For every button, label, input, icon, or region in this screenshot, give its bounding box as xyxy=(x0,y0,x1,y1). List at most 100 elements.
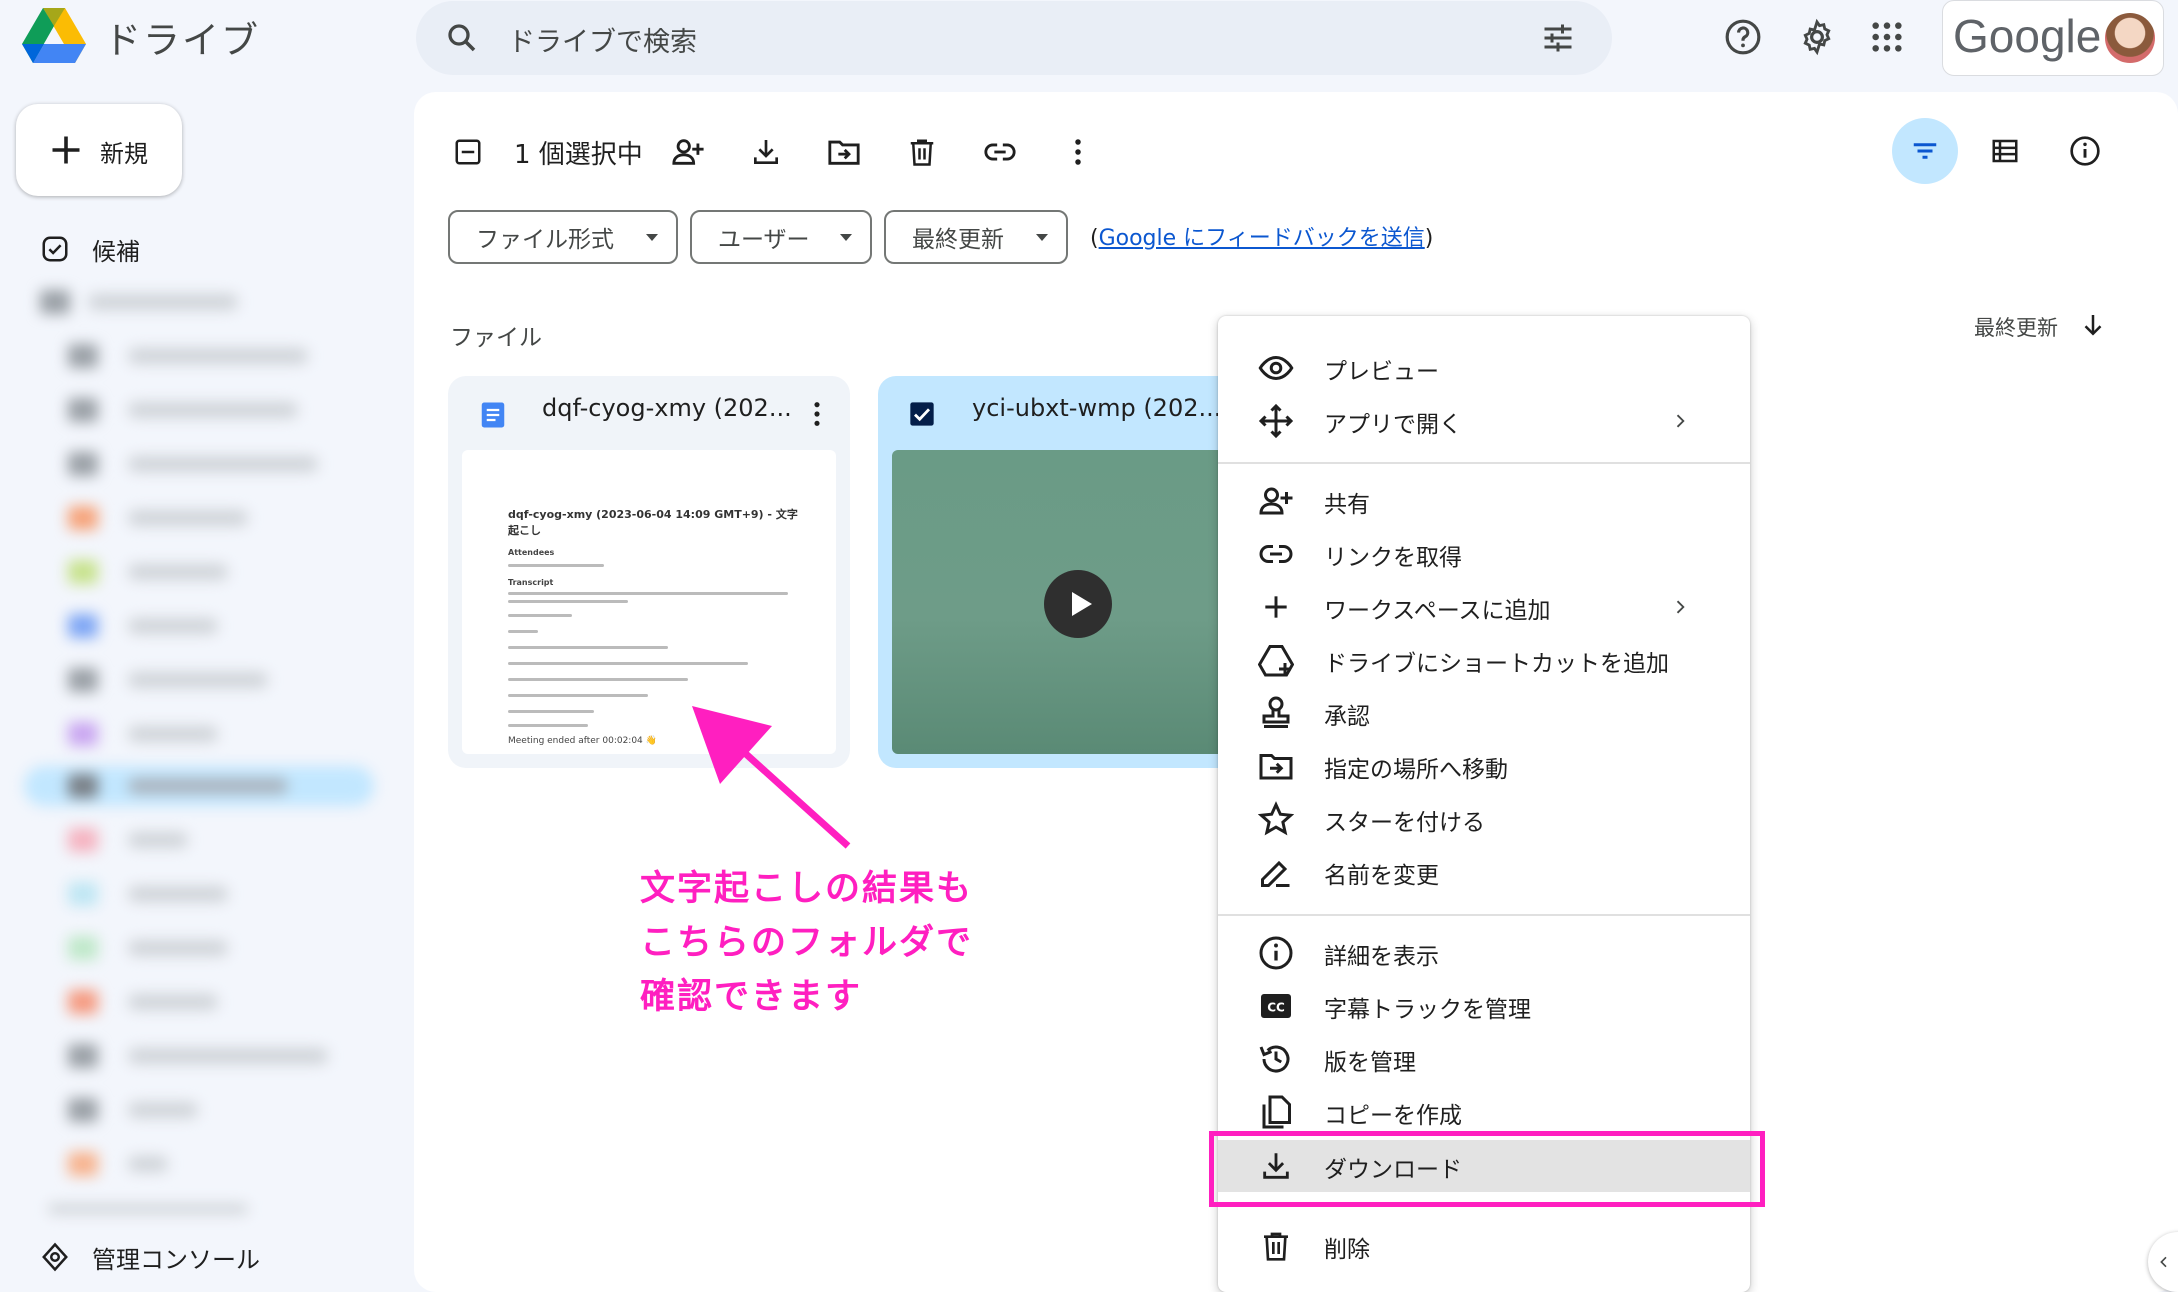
google-docs-icon xyxy=(478,400,508,430)
menu-item-label: ワークスペースに追加 xyxy=(1324,598,1551,624)
menu-item-details[interactable]: 詳細を表示 xyxy=(1218,927,1750,979)
annotation-arrow xyxy=(692,706,851,849)
filter-icon[interactable] xyxy=(1892,118,1958,184)
share-icon[interactable] xyxy=(666,130,710,174)
filter-chip-user[interactable]: ユーザー xyxy=(690,210,872,264)
info-icon xyxy=(1258,935,1294,971)
settings-gear-icon[interactable] xyxy=(1794,14,1840,60)
search-input[interactable]: ドライブで検索 xyxy=(508,20,697,59)
menu-item-star[interactable]: スターを付ける xyxy=(1218,793,1750,845)
eye-icon xyxy=(1258,350,1294,386)
sort-label[interactable]: 最終更新 xyxy=(1974,312,2058,342)
section-title-files: ファイル xyxy=(450,325,542,351)
menu-item-label: アプリで開く xyxy=(1324,412,1462,438)
account-switcher[interactable]: Google xyxy=(1942,0,2164,76)
admin-shield-icon xyxy=(40,1242,70,1272)
apps-grid-icon[interactable] xyxy=(1864,14,1910,60)
menu-item-label: 指定の場所へ移動 xyxy=(1324,757,1508,783)
copy-icon xyxy=(1258,1094,1294,1130)
search-bar[interactable]: ドライブで検索 xyxy=(416,1,1612,75)
chip-label: ユーザー xyxy=(718,227,810,253)
checkbox-checked-icon[interactable] xyxy=(908,400,936,428)
video-thumbnail xyxy=(892,450,1232,754)
star-icon xyxy=(1258,801,1294,837)
search-icon[interactable] xyxy=(444,20,480,56)
link-icon xyxy=(1258,536,1294,572)
history-icon xyxy=(1258,1041,1294,1077)
doc-preview-title: dqf-cyog-xmy (2023-06-04 14:09 GMT+9) - … xyxy=(508,508,798,537)
more-vert-icon[interactable] xyxy=(812,400,822,428)
feedback-link[interactable]: Google にフィードバックを送信 xyxy=(1099,226,1425,251)
move-folder-icon[interactable] xyxy=(822,130,866,174)
sidebar-item-admin-console[interactable]: 管理コンソール xyxy=(40,1234,260,1280)
link-icon[interactable] xyxy=(978,130,1022,174)
menu-item-delete[interactable]: 削除 xyxy=(1218,1220,1750,1272)
paren-close: ) xyxy=(1424,226,1434,251)
list-view-icon[interactable] xyxy=(1972,118,2038,184)
chip-label: ファイル形式 xyxy=(476,227,614,253)
menu-item-approve[interactable]: 承認 xyxy=(1218,687,1750,739)
doc-preview-attendees: Attendees xyxy=(508,548,555,557)
file-name: dqf-cyog-xmy (202... xyxy=(542,394,792,422)
annotation-line: こちらのフォルダで xyxy=(640,923,974,963)
menu-item-label: コピーを作成 xyxy=(1324,1103,1462,1129)
caret-down-icon xyxy=(840,234,852,241)
new-button-label: 新規 xyxy=(100,140,148,168)
trash-icon xyxy=(1258,1228,1294,1264)
menu-item-share[interactable]: 共有 xyxy=(1218,475,1750,527)
doc-preview-transcript: Transcript xyxy=(508,578,554,587)
chevron-left-icon xyxy=(2160,1256,2167,1268)
menu-item-label: 詳細を表示 xyxy=(1324,944,1439,970)
arrow-down-icon[interactable] xyxy=(2078,310,2108,340)
filter-chip-file-type[interactable]: ファイル形式 xyxy=(448,210,678,264)
menu-item-add-shortcut[interactable]: ドライブにショートカットを追加 xyxy=(1218,634,1750,686)
doc-preview-ending: Meeting ended after 00:02:04 👋 xyxy=(508,736,657,746)
sidebar-item-suggested[interactable]: 候補 xyxy=(40,226,140,272)
stamp-icon xyxy=(1258,695,1294,731)
help-icon[interactable] xyxy=(1720,14,1766,60)
menu-item-captions[interactable]: CC 字幕トラックを管理 xyxy=(1218,980,1750,1032)
google-brand: Google xyxy=(1953,10,2102,62)
menu-item-label: リンクを取得 xyxy=(1324,545,1462,571)
menu-item-label: 名前を変更 xyxy=(1324,863,1439,889)
trash-icon[interactable] xyxy=(900,130,944,174)
menu-item-open-with[interactable]: アプリで開く xyxy=(1218,395,1750,447)
deselect-icon[interactable] xyxy=(446,130,490,174)
search-options-icon[interactable] xyxy=(1540,20,1576,56)
avatar[interactable] xyxy=(2105,13,2155,63)
caret-down-icon xyxy=(1036,234,1048,241)
plus-icon xyxy=(48,132,84,168)
app-name: ドライブ xyxy=(104,19,260,62)
paren-open: ( xyxy=(1090,226,1099,251)
info-icon[interactable] xyxy=(2052,118,2118,184)
filter-chip-modified[interactable]: 最終更新 xyxy=(884,210,1068,264)
menu-item-label: スターを付ける xyxy=(1324,810,1485,836)
menu-item-get-link[interactable]: リンクを取得 xyxy=(1218,528,1750,580)
more-vert-icon[interactable] xyxy=(1056,130,1100,174)
chip-label: 最終更新 xyxy=(912,227,1004,253)
menu-item-versions[interactable]: 版を管理 xyxy=(1218,1033,1750,1085)
sidebar-item-label: 候補 xyxy=(92,237,140,266)
add-shortcut-icon xyxy=(1258,642,1294,678)
new-button[interactable]: 新規 xyxy=(16,104,182,196)
cc-icon: CC xyxy=(1258,988,1294,1024)
download-highlight-box xyxy=(1209,1131,1765,1207)
annotation-line: 確認できます xyxy=(640,977,863,1017)
play-icon[interactable] xyxy=(1044,570,1112,638)
person-add-icon xyxy=(1258,483,1294,519)
download-icon[interactable] xyxy=(744,130,788,174)
menu-item-move[interactable]: 指定の場所へ移動 xyxy=(1218,740,1750,792)
menu-item-label: ドライブにショートカットを追加 xyxy=(1324,651,1669,677)
annotation-text: 文字起こしの結果も こちらのフォルダで 確認できます xyxy=(640,862,973,1024)
drive-logo-icon[interactable] xyxy=(22,6,86,68)
menu-item-add-to-workspace[interactable]: ワークスペースに追加 xyxy=(1218,581,1750,633)
menu-item-label: 字幕トラックを管理 xyxy=(1324,997,1531,1023)
menu-item-preview[interactable]: プレビュー xyxy=(1218,342,1750,394)
blurred-folder-list xyxy=(24,276,380,1216)
move-folder-icon xyxy=(1258,748,1294,784)
annotation-line: 文字起こしの結果も xyxy=(640,869,974,909)
menu-item-label: 承認 xyxy=(1324,704,1370,730)
menu-item-rename[interactable]: 名前を変更 xyxy=(1218,846,1750,898)
open-with-icon xyxy=(1258,403,1294,439)
admin-console-label: 管理コンソール xyxy=(92,1245,260,1274)
